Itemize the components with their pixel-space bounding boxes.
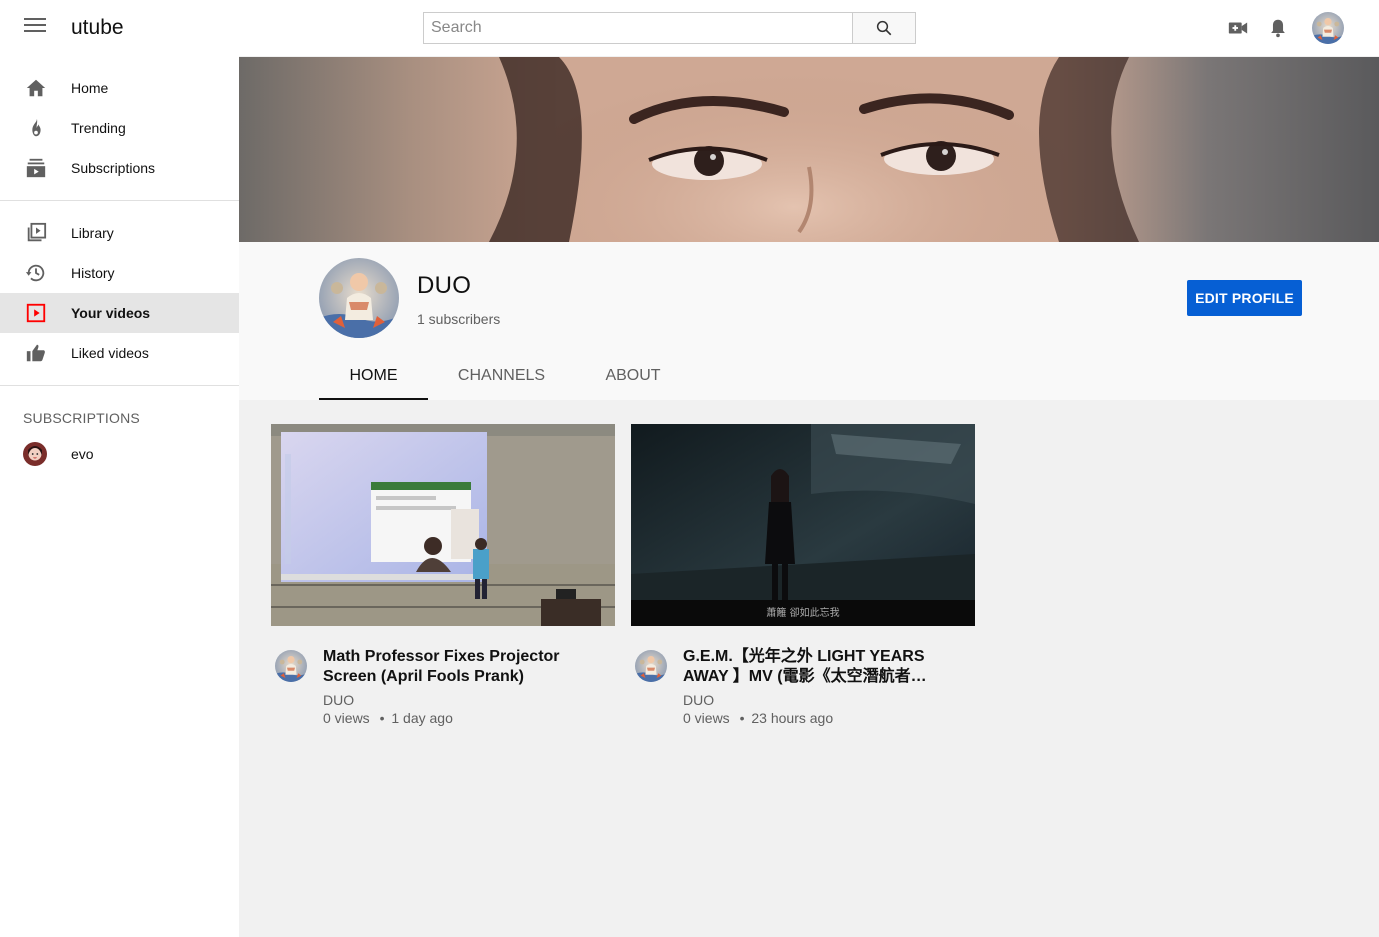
- subscription-item-evo[interactable]: evo: [0, 434, 239, 474]
- home-icon: [24, 76, 48, 100]
- sidebar-item-subscriptions[interactable]: Subscriptions: [0, 148, 239, 188]
- video-stats: 0 views • 23 hours ago: [683, 710, 833, 726]
- video-thumbnail[interactable]: 蕭籬 卻如此忘我: [631, 424, 975, 626]
- flame-icon: [24, 116, 48, 140]
- separator-dot: •: [739, 710, 745, 726]
- library-icon: [24, 221, 48, 245]
- sidebar-item-home[interactable]: Home: [0, 68, 239, 108]
- video-card: Math Professor Fixes Projector Screen (A…: [271, 424, 615, 736]
- channel-avatar[interactable]: [275, 650, 307, 682]
- create-video-icon[interactable]: [1226, 16, 1250, 40]
- notification-bell-icon[interactable]: [1266, 16, 1290, 40]
- sidebar-item-label: Your videos: [71, 305, 151, 321]
- channel-header: DUO 1 subscribers EDIT PROFILE HOME CHAN…: [239, 242, 1379, 400]
- sidebar-item-label: Liked videos: [71, 345, 149, 361]
- channel-name: DUO: [417, 272, 472, 299]
- upload-age: 1 day ago: [391, 710, 453, 726]
- channel-avatar: [23, 442, 47, 466]
- search-button[interactable]: [852, 12, 916, 44]
- subscriber-count: 1 subscribers: [417, 311, 501, 327]
- top-bar: utube: [0, 0, 1379, 56]
- sidebar-item-your-videos[interactable]: Your videos: [0, 293, 239, 333]
- video-stats: 0 views • 1 day ago: [323, 710, 453, 726]
- search-input[interactable]: [423, 12, 852, 44]
- upload-age: 23 hours ago: [751, 710, 834, 726]
- video-card: 蕭籬 卻如此忘我 G.E.M.【光年之外 LIGHT YEARS AWAY 】M…: [631, 424, 975, 736]
- tab-about[interactable]: ABOUT: [589, 354, 677, 400]
- search-icon: [876, 20, 892, 36]
- divider: [0, 385, 239, 386]
- sidebar-item-label: Library: [71, 225, 114, 241]
- sidebar-item-label: Home: [71, 80, 109, 96]
- tab-channels[interactable]: CHANNELS: [444, 354, 559, 400]
- account-avatar[interactable]: [1312, 12, 1344, 44]
- video-title[interactable]: G.E.M.【光年之外 LIGHT YEARS AWAY 】MV (電影《太空潛…: [683, 647, 973, 687]
- sidebar-item-label: History: [71, 265, 115, 281]
- video-channel-name[interactable]: DUO: [323, 692, 354, 708]
- sidebar-item-label: Trending: [71, 120, 126, 136]
- sidebar-item-liked-videos[interactable]: Liked videos: [0, 333, 239, 373]
- view-count: 0 views: [683, 710, 730, 726]
- thumbs-up-icon: [24, 341, 48, 365]
- thumbnail-subtitle: 蕭籬 卻如此忘我: [766, 606, 839, 619]
- sidebar-item-label: evo: [71, 446, 94, 462]
- sidebar-item-trending[interactable]: Trending: [0, 108, 239, 148]
- divider: [0, 200, 239, 201]
- your-videos-icon: [24, 301, 48, 325]
- menu-icon[interactable]: [24, 18, 46, 38]
- separator-dot: •: [379, 710, 385, 726]
- tab-home[interactable]: HOME: [319, 354, 428, 400]
- sidebar-item-history[interactable]: History: [0, 253, 239, 293]
- video-channel-name[interactable]: DUO: [683, 692, 714, 708]
- video-thumbnail[interactable]: [271, 424, 615, 626]
- channel-avatar[interactable]: [635, 650, 667, 682]
- video-meta: Math Professor Fixes Projector Screen (A…: [271, 626, 615, 736]
- edit-profile-button[interactable]: EDIT PROFILE: [1187, 280, 1302, 316]
- channel-banner: [239, 57, 1379, 242]
- sidebar: Home Trending Subscriptions Library Hist…: [0, 56, 239, 937]
- channel-avatar: [319, 258, 399, 338]
- subscriptions-heading: SUBSCRIPTIONS: [23, 410, 140, 426]
- search-bar: [423, 12, 916, 44]
- sidebar-item-library[interactable]: Library: [0, 213, 239, 253]
- subscriptions-icon: [24, 156, 48, 180]
- sidebar-item-label: Subscriptions: [71, 160, 156, 176]
- app-logo[interactable]: utube: [71, 16, 124, 40]
- video-meta: G.E.M.【光年之外 LIGHT YEARS AWAY 】MV (電影《太空潛…: [631, 626, 975, 736]
- view-count: 0 views: [323, 710, 370, 726]
- video-title[interactable]: Math Professor Fixes Projector Screen (A…: [323, 647, 613, 687]
- history-icon: [24, 261, 48, 285]
